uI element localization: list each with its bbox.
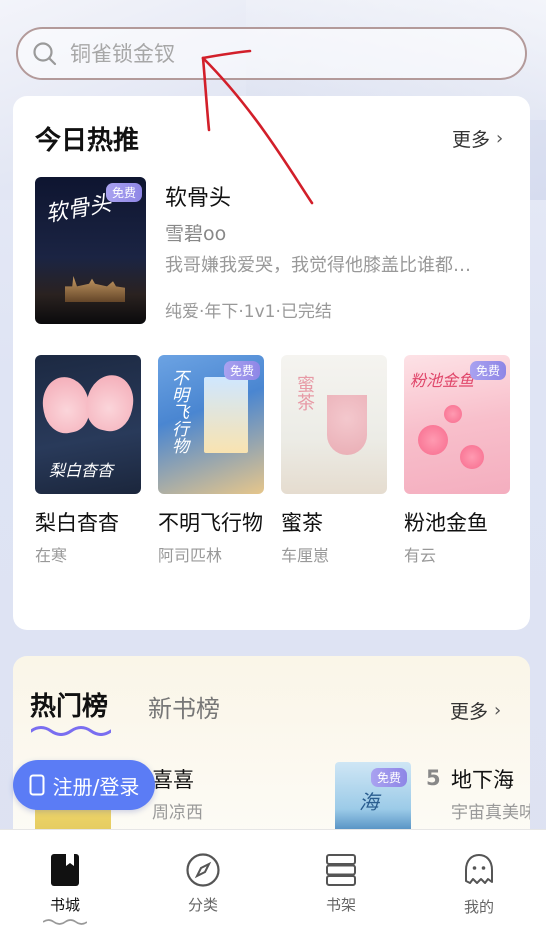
free-badge: 免费	[223, 361, 260, 380]
chevron-right-icon: ›	[494, 700, 502, 721]
nav-item-book-city[interactable]: 书城	[25, 852, 105, 925]
featured-book-author: 雪碧oo	[165, 223, 227, 245]
featured-book-tags: 纯爱·年下·1v1·已完结	[165, 302, 332, 322]
book-title: 梨白杳杳	[35, 511, 119, 535]
tulip-illustration	[81, 370, 139, 436]
register-login-button[interactable]: 注册/登录	[13, 760, 155, 810]
more-label: 更多	[452, 129, 491, 151]
cover-title: 海	[359, 790, 379, 814]
cover-title: 软骨头	[43, 191, 114, 228]
rank-book-title[interactable]: 喜喜	[152, 764, 194, 794]
nav-label: 书城	[49, 896, 80, 914]
nav-item-bookshelf[interactable]: 书架	[301, 852, 381, 915]
search-icon	[33, 41, 57, 65]
book-author: 阿司匹林	[158, 546, 223, 565]
rank-book-author: 周凉西	[152, 803, 203, 823]
book-author: 车厘崽	[281, 546, 330, 565]
ranking-card: 热门榜 新书榜 更多 › 喜喜 周凉西 海 免费 5 地下海 宇宙真美味	[13, 656, 530, 856]
book-author: 在寒	[35, 546, 68, 565]
hot-more-link[interactable]: 更多 ›	[452, 125, 503, 152]
featured-book-description: 我哥嫌我爱哭，我觉得他膝盖比谁都…	[165, 255, 471, 276]
nav-item-category[interactable]: 分类	[163, 852, 243, 915]
rank-book-author: 宇宙真美味	[451, 803, 530, 823]
book-item[interactable]: 蜜茶 蜜茶 车厘崽	[281, 355, 387, 566]
book-item[interactable]: 不明飞行物 免费 不明飞行物 阿司匹林	[158, 355, 264, 566]
cover-title: 粉池金鱼	[410, 371, 475, 390]
free-badge: 免费	[105, 183, 142, 202]
book-item[interactable]: 粉池金鱼 免费 粉池金鱼 有云	[404, 355, 510, 566]
nav-label: 分类	[187, 896, 218, 914]
book-cover: 蜜茶	[281, 355, 387, 494]
flower-illustration	[418, 425, 448, 455]
rank-book-title[interactable]: 地下海	[451, 764, 514, 794]
book-cover: 梨白杳杳	[35, 355, 141, 494]
cover-title: 蜜茶	[294, 375, 315, 411]
book-cover: 不明飞行物 免费	[158, 355, 264, 494]
bookshelf-icon	[326, 854, 356, 886]
ghost-profile-icon	[465, 854, 493, 884]
book-title: 蜜茶	[281, 511, 323, 535]
section-title: 今日热推	[35, 126, 140, 156]
free-badge: 免费	[370, 768, 407, 787]
book-title: 粉池金鱼	[404, 511, 488, 535]
featured-book-cover[interactable]: 软骨头 免费	[35, 177, 146, 324]
search-input[interactable]	[70, 41, 490, 66]
active-nav-indicator	[43, 919, 87, 925]
nav-label: 我的	[463, 898, 494, 916]
flower-illustration	[444, 405, 462, 423]
castle-illustration	[65, 276, 125, 302]
tab-hot-ranking[interactable]: 热门榜	[30, 686, 108, 723]
window-illustration	[204, 377, 248, 453]
flower-illustration	[460, 445, 484, 469]
phone-icon	[29, 774, 45, 796]
compass-icon	[186, 853, 220, 887]
cover-title: 不明飞行物	[168, 369, 188, 454]
more-label: 更多	[450, 701, 489, 723]
nav-label: 书架	[325, 896, 356, 914]
search-bar[interactable]	[16, 27, 527, 80]
rank-number: 5	[426, 766, 441, 790]
active-tab-indicator	[31, 726, 111, 736]
cover-title: 梨白杳杳	[49, 461, 114, 480]
book-author: 有云	[404, 546, 437, 565]
hot-recommend-card: 今日热推 更多 › 软骨头 免费 软骨头 雪碧oo 我哥嫌我爱哭，我觉得他膝盖比…	[13, 96, 530, 630]
ranking-more-link[interactable]: 更多 ›	[450, 697, 501, 724]
bottom-nav: 书城 分类 书架 我的	[0, 829, 546, 932]
book-city-icon	[51, 854, 79, 886]
register-label: 注册/登录	[52, 774, 140, 799]
nav-item-profile[interactable]: 我的	[439, 852, 519, 917]
free-badge: 免费	[469, 361, 506, 380]
glass-illustration	[327, 395, 367, 455]
tab-new-books[interactable]: 新书榜	[148, 689, 220, 724]
book-title: 不明飞行物	[158, 511, 263, 535]
book-item[interactable]: 梨白杳杳 梨白杳杳 在寒	[35, 355, 141, 566]
featured-book-title[interactable]: 软骨头	[165, 180, 231, 212]
chevron-right-icon: ›	[496, 128, 504, 149]
book-cover: 粉池金鱼 免费	[404, 355, 510, 494]
